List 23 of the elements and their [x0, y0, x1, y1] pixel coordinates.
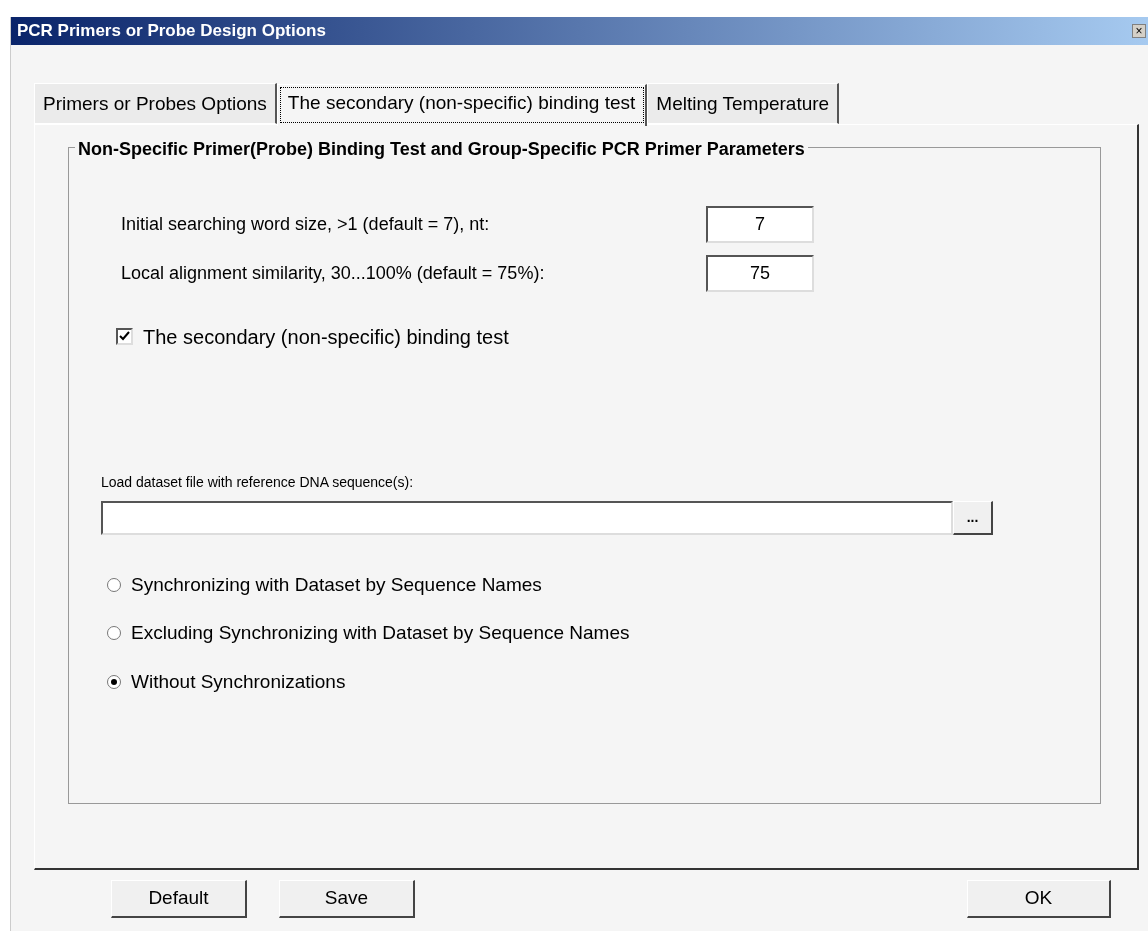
tab[interactable]: Melting Temperature	[647, 83, 840, 124]
input-field[interactable]: 7	[706, 205, 814, 243]
checkbox[interactable]	[116, 328, 133, 345]
radio-button[interactable]	[107, 626, 121, 641]
close-button[interactable]: ×	[1132, 24, 1146, 38]
dialog-button[interactable]: OK	[967, 879, 1111, 918]
field-label: Initial searching word size, >1 (default = 7), nt:	[121, 212, 491, 236]
file-path-field[interactable]	[101, 500, 953, 535]
browse-button[interactable]: ...	[953, 500, 993, 535]
field-label: Load dataset file with reference DNA sequence(s):	[101, 472, 415, 492]
radio-label: Without Synchronizations	[131, 669, 346, 694]
radio-button[interactable]	[107, 674, 121, 689]
dialog-button[interactable]: Default	[111, 879, 247, 918]
dialog-button[interactable]: Save	[279, 879, 415, 918]
radio-label: Excluding Synchronizing with Dataset by Sequence Names	[131, 621, 630, 645]
tab[interactable]: The secondary (non-specific) binding test	[276, 84, 648, 126]
radio-label: Synchronizing with Dataset by Sequence Names	[131, 572, 542, 597]
field-label: Local alignment similarity, 30...100% (default = 75%):	[121, 261, 546, 285]
checkbox-label: The secondary (non-specific) binding test	[143, 324, 509, 350]
tab[interactable]: Primers or Probes Options	[34, 83, 277, 124]
radio-button[interactable]	[107, 577, 121, 592]
input-field[interactable]: 75	[706, 254, 814, 292]
window-title: PCR Primers or Probe Design Options	[17, 20, 326, 43]
